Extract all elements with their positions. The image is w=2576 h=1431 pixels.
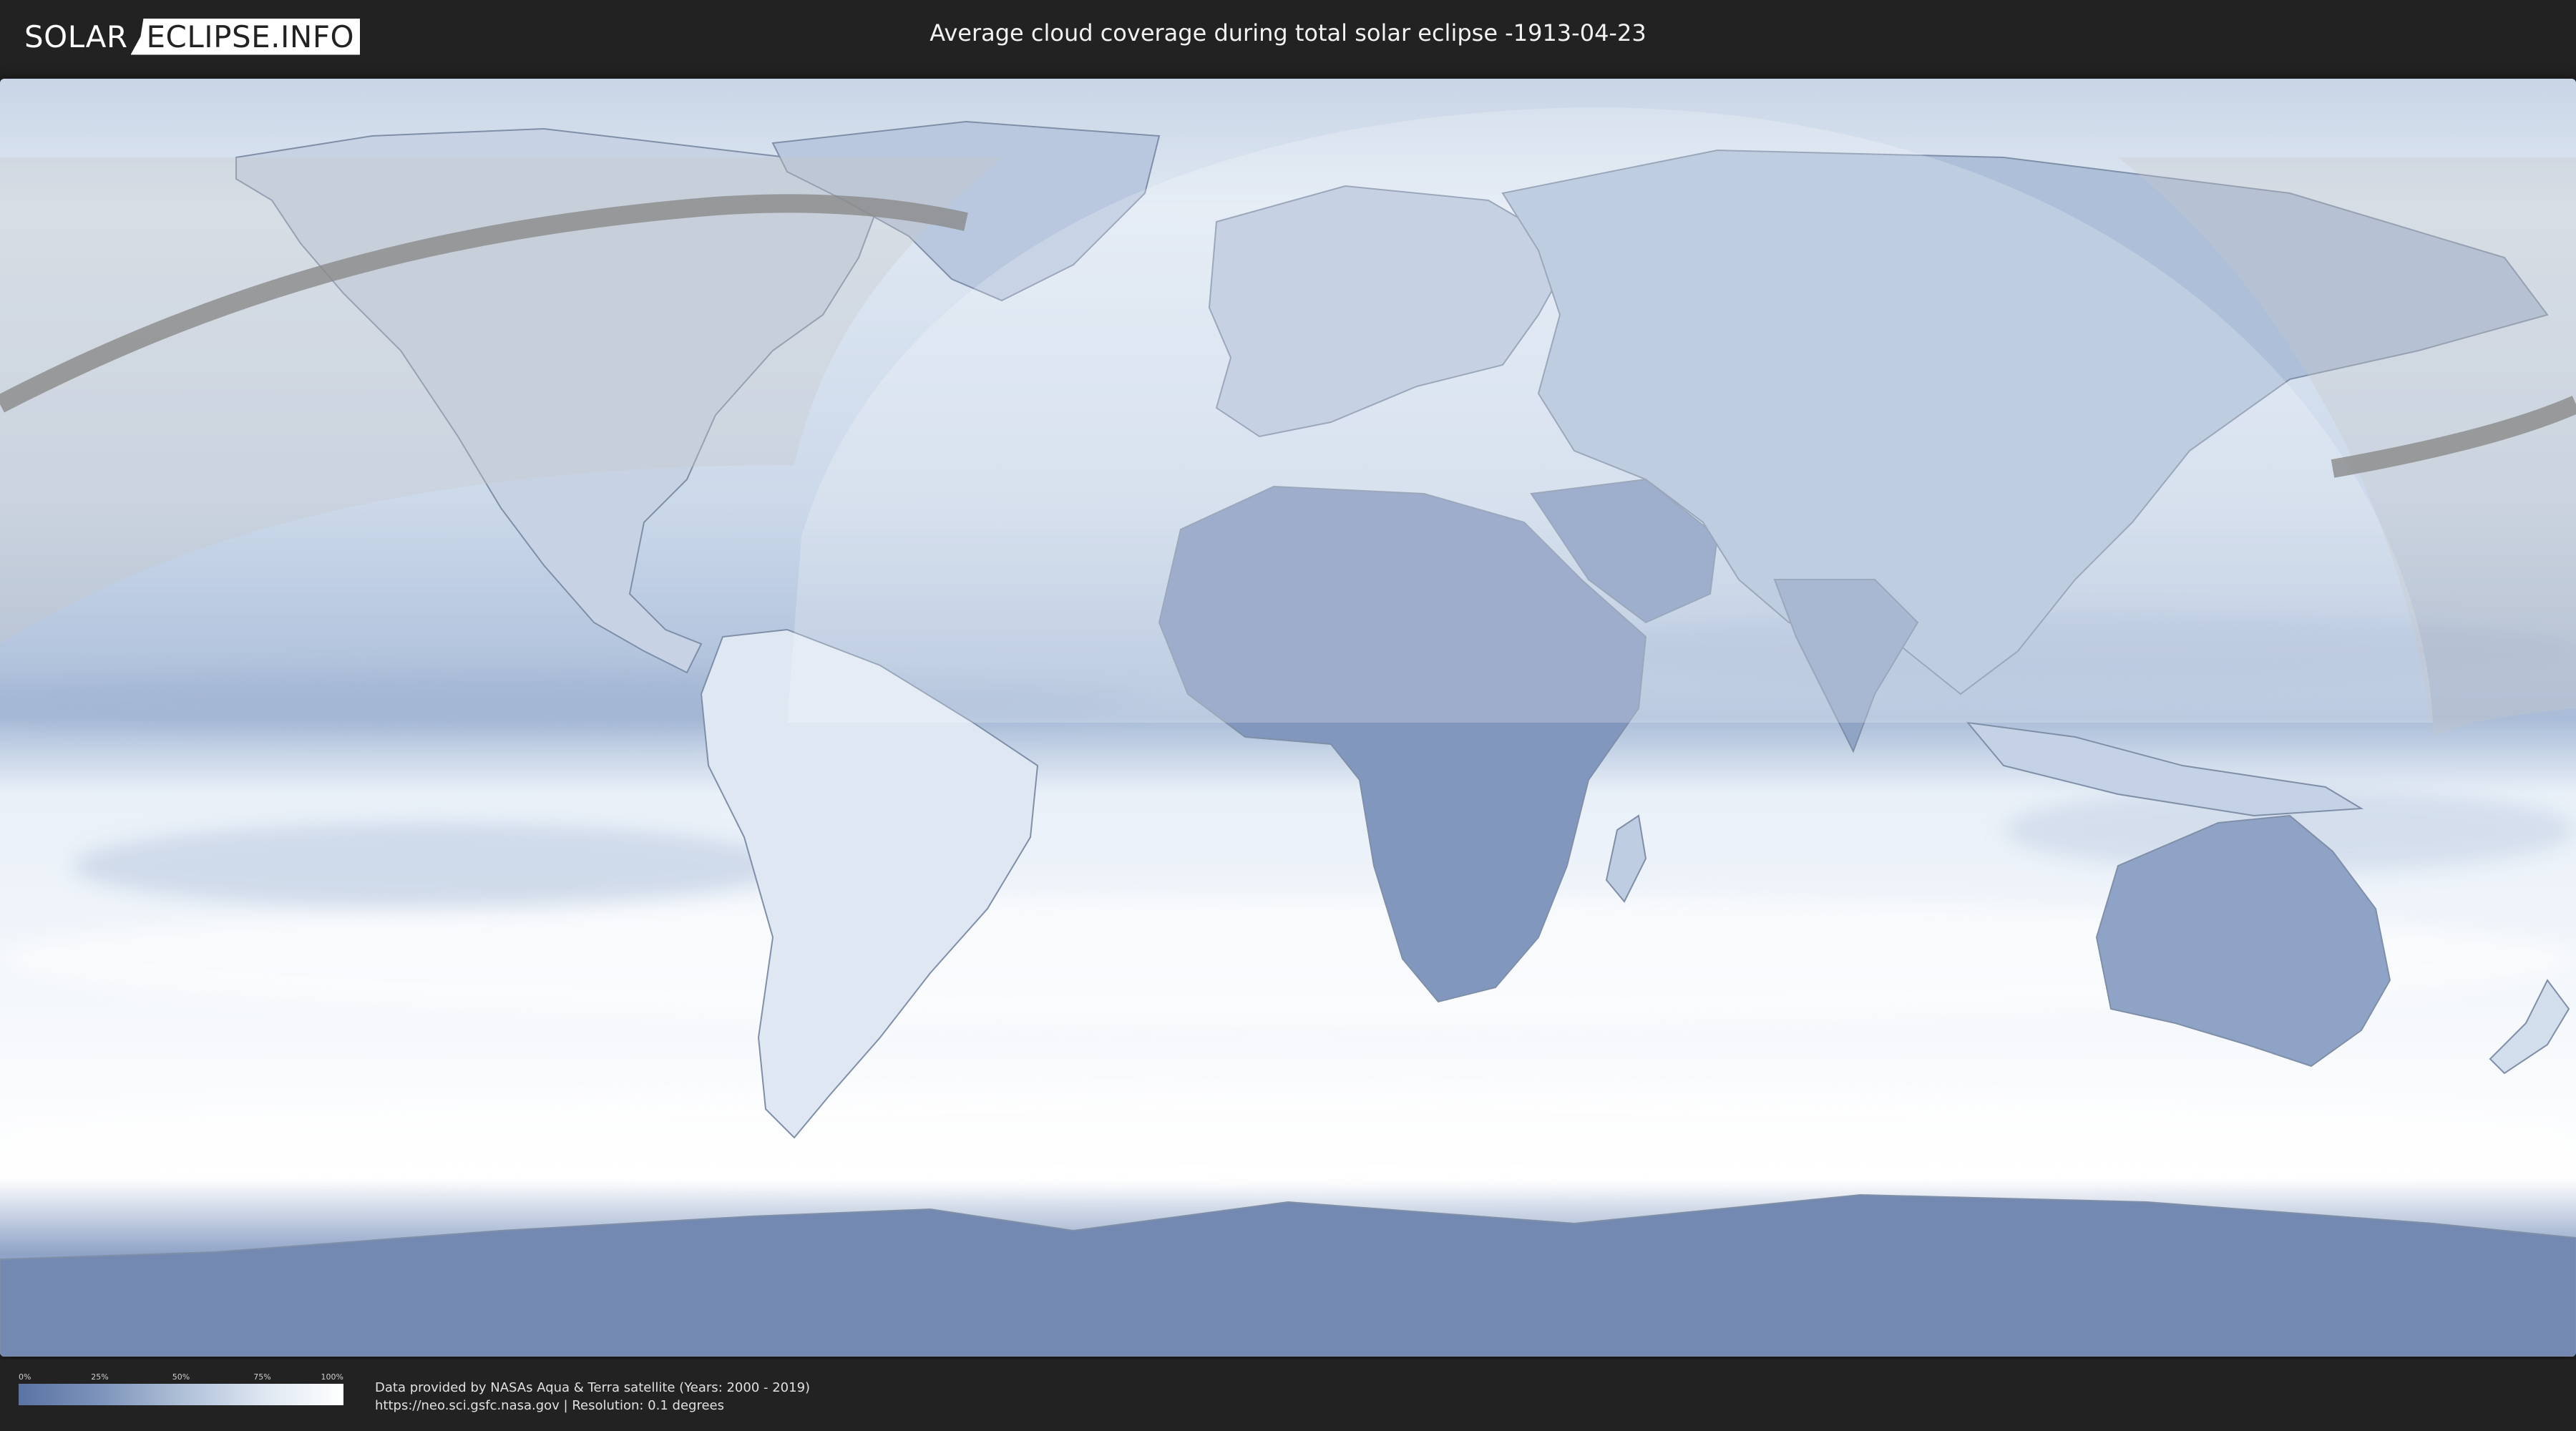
credits-line-2: https://neo.sci.gsfc.nasa.gov | Resoluti… — [375, 1398, 724, 1413]
footer-bar: 0% 25% 50% 75% 100% Data provided by NAS… — [0, 1359, 2576, 1431]
legend-ticks: 0% 25% 50% 75% 100% — [19, 1372, 343, 1384]
legend-gradient-bar — [19, 1384, 343, 1405]
legend-tick-0: 0% — [19, 1372, 31, 1382]
page-title: Average cloud coverage during total sola… — [930, 19, 1646, 47]
header-bar: SOLAR ECLIPSE.INFO Average cloud coverag… — [0, 0, 2576, 72]
legend-tick-75: 75% — [253, 1372, 271, 1382]
legend-tick-25: 25% — [91, 1372, 109, 1382]
data-credits: Data provided by NASAs Aqua & Terra sate… — [375, 1379, 810, 1415]
credits-line-1: Data provided by NASAs Aqua & Terra sate… — [375, 1380, 811, 1395]
cloud-coverage-map[interactable] — [0, 79, 2576, 1357]
cloud-coverage-legend: 0% 25% 50% 75% 100% — [19, 1372, 343, 1405]
legend-tick-50: 50% — [172, 1372, 190, 1382]
map-svg — [0, 79, 2576, 1357]
legend-tick-100: 100% — [321, 1372, 343, 1382]
